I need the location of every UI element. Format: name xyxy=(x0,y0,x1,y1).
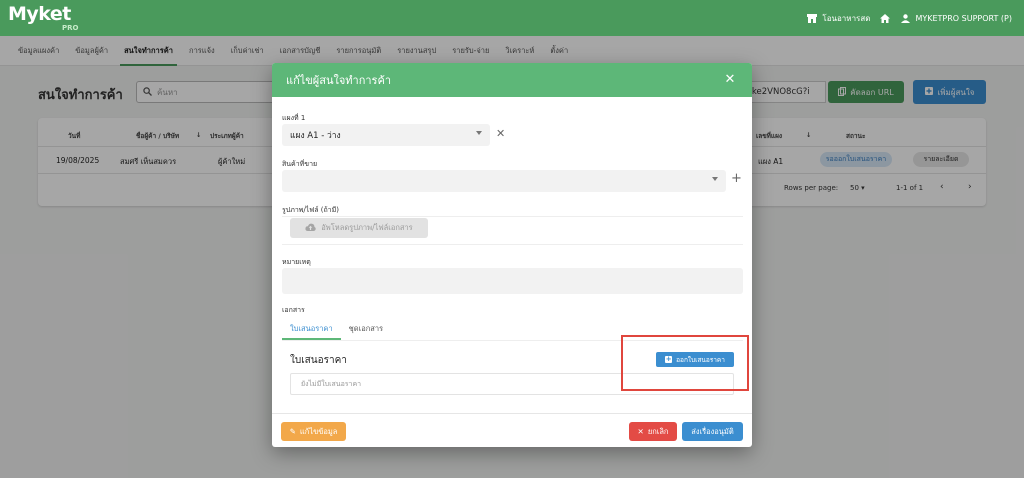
dialog-header: แก้ไขผู้สนใจทำการค้า ✕ xyxy=(272,63,752,97)
remove-stall-icon[interactable]: ✕ xyxy=(496,128,505,139)
add-product-icon[interactable]: + xyxy=(731,172,742,185)
send-approval-label: ส่งเรื่องอนุมัติ xyxy=(691,426,734,436)
cloud-upload-icon xyxy=(305,223,316,233)
chevron-down-icon xyxy=(712,177,718,181)
logo-subtext: PRO xyxy=(62,24,79,32)
tab-label: ชุดเอกสาร xyxy=(348,324,384,333)
empty-quotation-text: ยังไม่มีใบเสนอราคา xyxy=(301,379,362,388)
documents-label: เอกสาร xyxy=(282,306,305,314)
user-menu[interactable]: MYKETPRO SUPPORT (P) xyxy=(900,13,1012,23)
store-icon xyxy=(807,13,818,23)
stall-label: แผงที่ 1 xyxy=(282,114,306,122)
tab-quotation[interactable]: ใบเสนอราคา xyxy=(282,318,341,340)
store-label: โอนอาหารสด xyxy=(822,13,871,23)
upload-label: อัพโหลดรูปภาพ/ไฟล์เอกสาร xyxy=(321,223,413,232)
annotation-highlight-box xyxy=(621,335,749,391)
upload-button[interactable]: อัพโหลดรูปภาพ/ไฟล์เอกสาร xyxy=(290,218,428,238)
products-label: สินค้าที่ขาย xyxy=(282,160,318,168)
products-select[interactable] xyxy=(282,170,726,192)
tab-document-set[interactable]: ชุดเอกสาร xyxy=(341,318,391,340)
quotation-title: ใบเสนอราคา xyxy=(290,355,347,366)
send-approval-button[interactable]: ส่งเรื่องอนุมัติ xyxy=(682,422,743,441)
pencil-icon: ✎ xyxy=(289,427,296,436)
logo-text: Myket xyxy=(8,3,71,25)
edit-info-button[interactable]: ✎ แก้ไขข้อมูล xyxy=(281,422,346,441)
tab-label: ใบเสนอราคา xyxy=(290,324,333,333)
files-divider xyxy=(282,216,743,217)
remark-input[interactable] xyxy=(282,268,743,294)
dialog-footer: ✎ แก้ไขข้อมูล ✕ ยกเลิก ส่งเรื่องอนุมัติ xyxy=(272,413,752,447)
stall-value: แผง A1 - ว่าง xyxy=(290,131,341,141)
user-icon xyxy=(900,13,910,23)
user-label: MYKETPRO SUPPORT (P) xyxy=(915,13,1012,23)
close-icon: ✕ xyxy=(637,427,644,436)
remark-label: หมายเหตุ xyxy=(282,258,311,266)
home-icon[interactable] xyxy=(880,13,891,23)
stall-select[interactable]: แผง A1 - ว่าง xyxy=(282,124,490,146)
documents-tabs: ใบเสนอราคา ชุดเอกสาร xyxy=(282,318,391,340)
myket-logo[interactable]: Myket PRO xyxy=(8,2,88,34)
cancel-button[interactable]: ✕ ยกเลิก xyxy=(629,422,677,441)
dialog-title: แก้ไขผู้สนใจทำการค้า xyxy=(286,74,392,87)
top-app-bar: Myket PRO โอนอาหารสด MYKETPRO SUPPORT (P… xyxy=(0,0,1024,36)
cancel-label: ยกเลิก xyxy=(647,426,669,436)
edit-info-label: แก้ไขข้อมูล xyxy=(299,426,338,436)
store-menu[interactable]: โอนอาหารสด xyxy=(807,12,870,25)
close-icon[interactable]: ✕ xyxy=(722,72,738,88)
chevron-down-icon xyxy=(476,131,482,135)
files-label: รูปภาพ/ไฟล์ (ถ้ามี) xyxy=(282,206,339,214)
files-bottom-divider xyxy=(282,244,743,245)
